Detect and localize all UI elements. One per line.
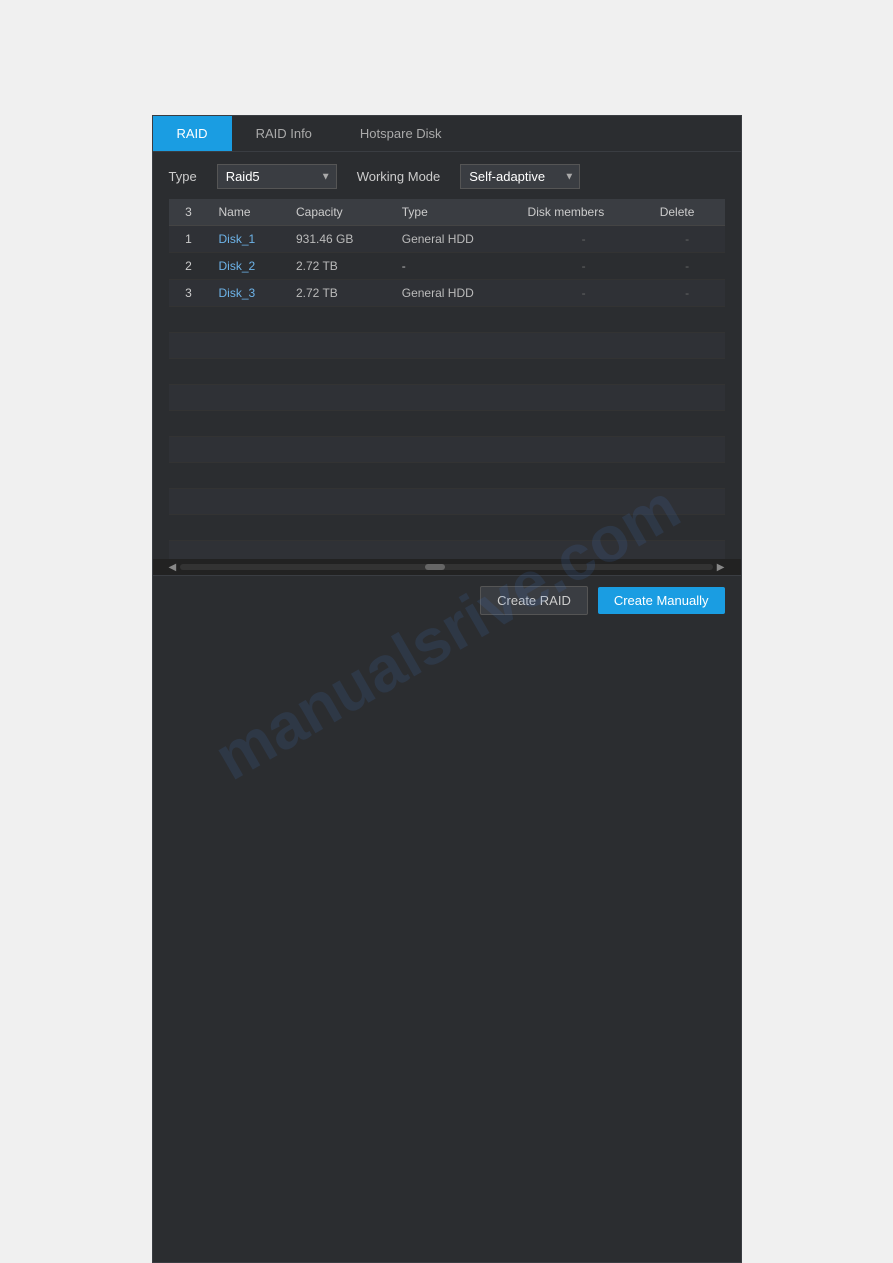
create-raid-button[interactable]: Create RAID [480, 586, 588, 615]
cell-index: 1 [169, 226, 209, 253]
type-select[interactable]: Raid0 Raid1 Raid5 Raid6 Raid10 [217, 164, 337, 189]
table-empty-row [169, 307, 725, 333]
horizontal-scrollbar[interactable]: ◀ ▶ [153, 559, 741, 575]
cell-name: Disk_3 [209, 280, 286, 307]
cell-index: 2 [169, 253, 209, 280]
tab-bar: RAID RAID Info Hotspare Disk [153, 116, 741, 152]
dialog: RAID RAID Info Hotspare Disk Type Raid0 … [152, 115, 742, 1263]
cell-type: - [392, 253, 518, 280]
cell-disk-members: - [518, 226, 650, 253]
table-empty-row [169, 359, 725, 385]
working-mode-select[interactable]: Self-adaptive Manual [460, 164, 580, 189]
table-empty-row [169, 463, 725, 489]
content-area: Type Raid0 Raid1 Raid5 Raid6 Raid10 Work… [153, 152, 741, 559]
cell-index: 3 [169, 280, 209, 307]
cell-disk-members: - [518, 280, 650, 307]
col-name: Name [209, 199, 286, 226]
cell-disk-members: - [518, 253, 650, 280]
tab-hotspare-disk[interactable]: Hotspare Disk [336, 116, 466, 151]
cell-capacity: 931.46 GB [286, 226, 392, 253]
footer: Create RAID Create Manually [153, 575, 741, 625]
table-empty-row [169, 541, 725, 560]
table-empty-row [169, 489, 725, 515]
table-empty-row [169, 515, 725, 541]
tab-raid-info[interactable]: RAID Info [232, 116, 336, 151]
table-row: 1 Disk_1 931.46 GB General HDD - - [169, 226, 725, 253]
type-select-wrapper: Raid0 Raid1 Raid5 Raid6 Raid10 [217, 164, 337, 189]
table-header-row: 3 Name Capacity Type Disk members Delete [169, 199, 725, 226]
col-capacity: Capacity [286, 199, 392, 226]
scroll-left-arrow[interactable]: ◀ [169, 562, 177, 573]
page-wrapper: RAID RAID Info Hotspare Disk Type Raid0 … [0, 0, 893, 1263]
cell-capacity: 2.72 TB [286, 280, 392, 307]
table-row: 2 Disk_2 2.72 TB - - - [169, 253, 725, 280]
cell-capacity: 2.72 TB [286, 253, 392, 280]
scroll-right-arrow[interactable]: ▶ [717, 562, 725, 573]
cell-delete: - [650, 280, 725, 307]
table-empty-row [169, 411, 725, 437]
working-mode-label: Working Mode [357, 169, 441, 184]
table-row: 3 Disk_3 2.72 TB General HDD - - [169, 280, 725, 307]
col-disk-members: Disk members [518, 199, 650, 226]
cell-name: Disk_1 [209, 226, 286, 253]
col-type: Type [392, 199, 518, 226]
create-manually-button[interactable]: Create Manually [598, 587, 725, 614]
cell-delete: - [650, 226, 725, 253]
tab-raid[interactable]: RAID [153, 116, 232, 151]
table-empty-row [169, 385, 725, 411]
working-mode-select-wrapper: Self-adaptive Manual [460, 164, 580, 189]
type-label: Type [169, 169, 197, 184]
form-row: Type Raid0 Raid1 Raid5 Raid6 Raid10 Work… [169, 164, 725, 189]
col-delete: Delete [650, 199, 725, 226]
disk-table: 3 Name Capacity Type Disk members Delete… [169, 199, 725, 559]
col-index: 3 [169, 199, 209, 226]
scrollbar-track[interactable] [180, 564, 713, 570]
cell-type: General HDD [392, 280, 518, 307]
cell-delete: - [650, 253, 725, 280]
scrollbar-thumb[interactable] [425, 564, 445, 570]
table-empty-row [169, 333, 725, 359]
cell-name: Disk_2 [209, 253, 286, 280]
disk-table-container: 3 Name Capacity Type Disk members Delete… [169, 199, 725, 559]
table-empty-row [169, 437, 725, 463]
cell-type: General HDD [392, 226, 518, 253]
